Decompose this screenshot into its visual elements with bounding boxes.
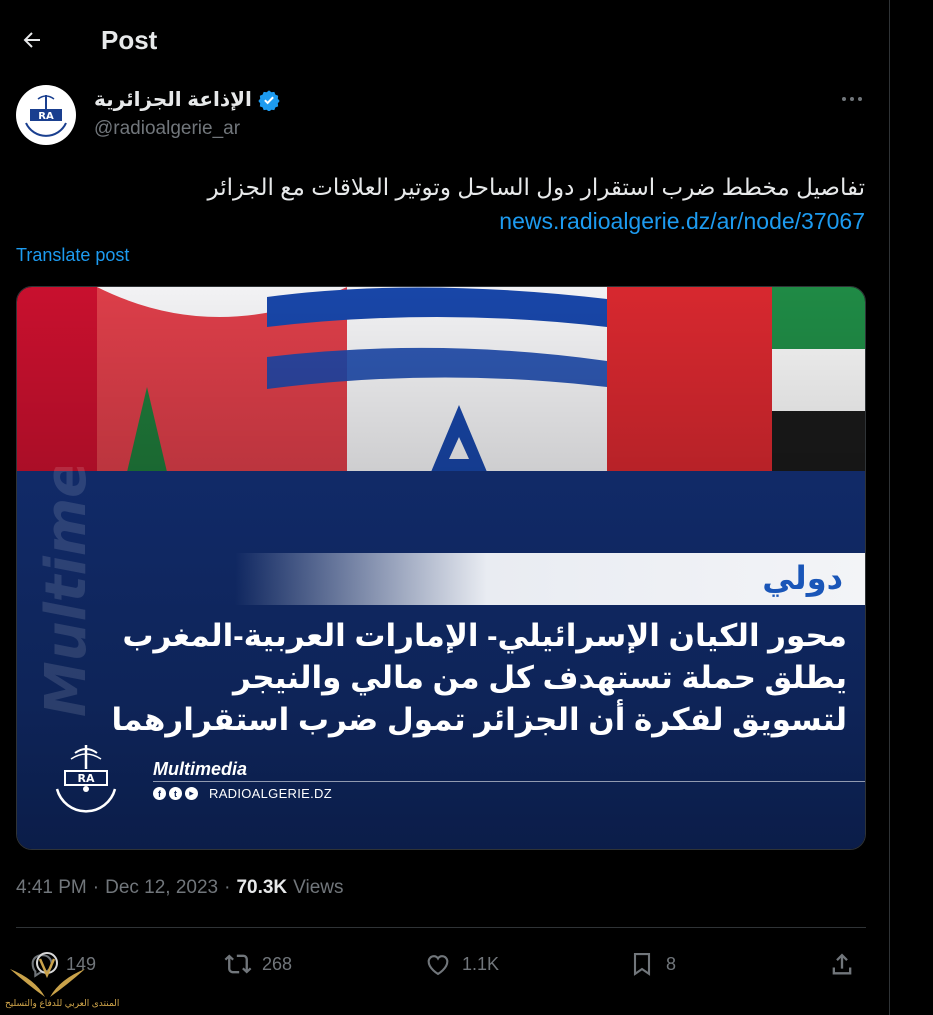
post-text: تفاصيل مخطط ضرب استقرار دول الساحل وتوتي… bbox=[207, 174, 866, 200]
media-category: دولي bbox=[762, 560, 843, 596]
media-headline: محور الكيان الإسرائيلي- الإمارات العربية… bbox=[87, 615, 847, 741]
bookmark-count: 8 bbox=[666, 953, 677, 974]
media-brand-url: RADIOALGERIE.DZ bbox=[209, 786, 332, 801]
action-bar: 149 268 1.1K 8 bbox=[16, 940, 866, 990]
meta-separator: · bbox=[92, 877, 100, 898]
author-handle[interactable]: @radioalgerie_ar bbox=[94, 118, 240, 140]
post-column: Post RA الإذاعة الجزائرية @radioalgerie_… bbox=[0, 0, 890, 1015]
right-gutter bbox=[890, 0, 933, 1015]
bookmark-icon bbox=[633, 953, 651, 976]
author-display-name[interactable]: الإذاعة الجزائرية bbox=[94, 87, 252, 112]
page-title: Post bbox=[101, 25, 158, 55]
post-header: Post bbox=[0, 0, 890, 80]
facebook-icon: f bbox=[153, 787, 166, 800]
views-count[interactable]: 70.3K bbox=[236, 877, 287, 899]
logo-text: RA bbox=[38, 111, 54, 122]
repost-count: 268 bbox=[262, 953, 293, 974]
arrow-left-icon bbox=[23, 32, 40, 48]
meta-separator-2: · bbox=[224, 877, 231, 898]
media-logo-text: RA bbox=[78, 772, 95, 785]
post-time[interactable]: 4:41 PM bbox=[16, 877, 87, 899]
post-meta: 4:41 PM · Dec 12, 2023 · 70.3K Views bbox=[16, 877, 344, 899]
post-link[interactable]: news.radioalgerie.dz/ar/node/37067 bbox=[499, 204, 865, 238]
forum-watermark-text: المنتدى العربي للدفاع والتسليح bbox=[5, 998, 120, 1008]
media-brand-logo: RA bbox=[55, 745, 117, 813]
like-button[interactable]: 1.1K bbox=[424, 950, 499, 978]
more-options-button[interactable] bbox=[834, 86, 870, 112]
post-date[interactable]: Dec 12, 2023 bbox=[105, 877, 218, 899]
repost-icon bbox=[224, 954, 252, 974]
heart-icon bbox=[427, 955, 449, 976]
media-brand-name: Multimedia bbox=[153, 759, 248, 779]
twitter-icon: t bbox=[169, 787, 182, 800]
translate-post-link[interactable]: Translate post bbox=[16, 245, 129, 266]
headline-line-3: لتسويق لفكرة أن الجزائر تمول ضرب استقرار… bbox=[111, 702, 847, 737]
repost-button[interactable]: 268 bbox=[224, 950, 292, 978]
verified-badge-icon bbox=[258, 89, 280, 111]
avatar[interactable]: RA bbox=[16, 85, 76, 145]
views-label: Views bbox=[293, 877, 344, 898]
divider bbox=[16, 927, 866, 928]
back-button[interactable] bbox=[14, 22, 50, 58]
youtube-icon: ▸ bbox=[185, 787, 198, 800]
bookmark-button[interactable]: 8 bbox=[628, 950, 676, 978]
headline-line-1: محور الكيان الإسرائيلي- الإمارات العربية… bbox=[122, 618, 847, 653]
flags-image bbox=[17, 287, 865, 472]
share-button[interactable] bbox=[828, 950, 856, 978]
brand-social-row: f t ▸ RADIOALGERIE.DZ bbox=[153, 786, 332, 801]
headline-line-2: يطلق حملة تستهدف كل من مالي والنيجر bbox=[232, 660, 847, 695]
more-horizontal-icon bbox=[842, 97, 862, 101]
like-count: 1.1K bbox=[462, 953, 500, 974]
author-name-row[interactable]: الإذاعة الجزائرية bbox=[94, 87, 280, 112]
brand-divider bbox=[153, 781, 865, 782]
post-media-image[interactable]: Multimedia دولي محور الكيان الإسرائيلي- … bbox=[16, 286, 866, 850]
radio-algerie-logo-icon: RA bbox=[17, 86, 75, 144]
share-icon bbox=[832, 953, 852, 975]
